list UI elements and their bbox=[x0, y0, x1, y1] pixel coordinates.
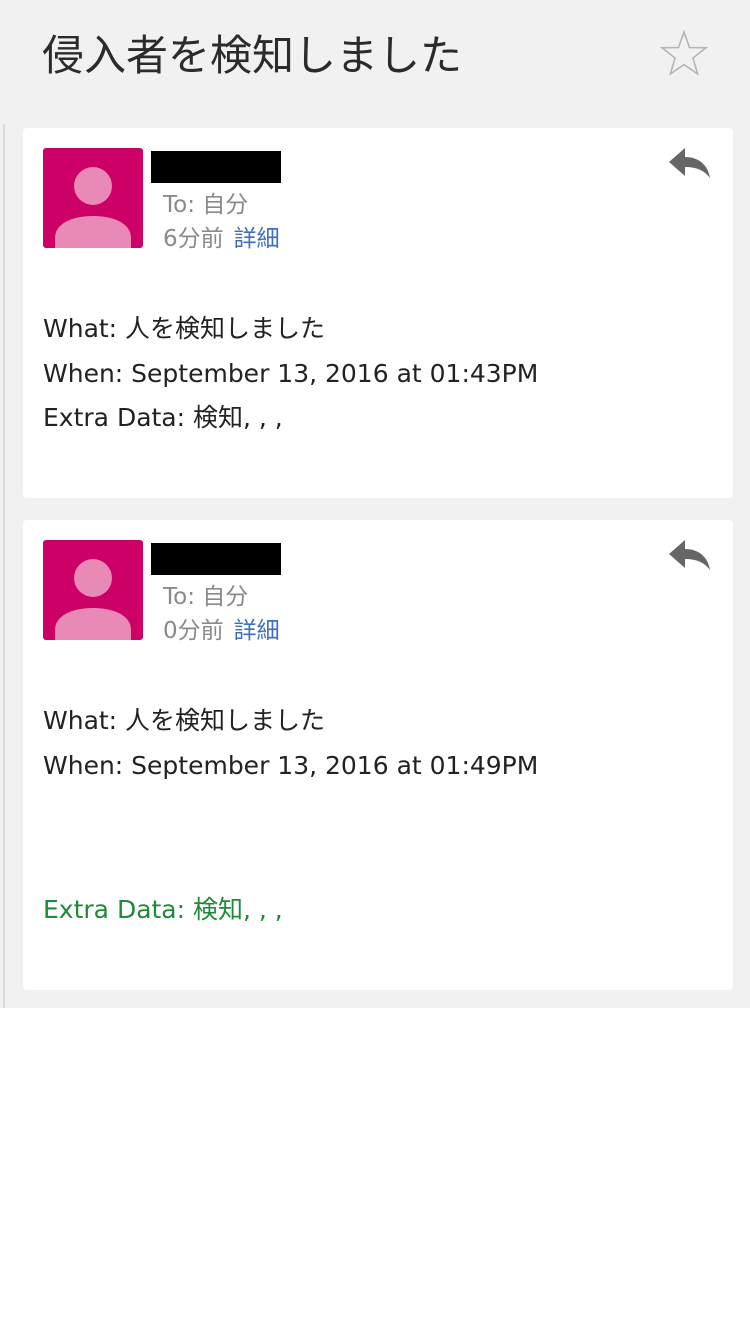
recipient-line: To: 自分 bbox=[163, 192, 249, 218]
message-time: 0分前 bbox=[163, 618, 224, 644]
empty-area bbox=[0, 1008, 750, 1334]
avatar bbox=[43, 148, 143, 248]
sender-name-redacted bbox=[151, 543, 281, 575]
avatar bbox=[43, 540, 143, 640]
message-meta: 6分前 詳細 bbox=[163, 224, 280, 254]
message-when: When: September 13, 2016 at 01:49PM bbox=[43, 751, 539, 780]
message-time: 6分前 bbox=[163, 226, 224, 252]
subject-header: 侵入者を検知しました bbox=[0, 0, 750, 112]
message-meta: 0分前 詳細 bbox=[163, 616, 280, 646]
star-icon[interactable] bbox=[658, 28, 710, 80]
message-what: What: 人を検知しました bbox=[43, 706, 326, 735]
message-card[interactable]: To: 自分 6分前 詳細 What: 人を検知しました When: Septem… bbox=[23, 128, 733, 498]
message-when: When: September 13, 2016 at 01:43PM bbox=[43, 359, 539, 388]
sender-name-redacted bbox=[151, 151, 281, 183]
message-extra: Extra Data: 検知, , , bbox=[43, 895, 283, 924]
recipient-line: To: 自分 bbox=[163, 584, 249, 610]
thread-divider bbox=[3, 124, 5, 1012]
person-icon bbox=[55, 167, 131, 248]
email-subject: 侵入者を検知しました bbox=[42, 31, 463, 80]
person-icon bbox=[55, 559, 131, 640]
message-extra: Extra Data: 検知, , , bbox=[43, 403, 283, 432]
details-link[interactable]: 詳細 bbox=[234, 618, 280, 644]
details-link[interactable]: 詳細 bbox=[234, 226, 280, 252]
message-what: What: 人を検知しました bbox=[43, 314, 326, 343]
message-card[interactable]: To: 自分 0分前 詳細 What: 人を検知しました When: Septem… bbox=[23, 520, 733, 990]
reply-icon[interactable] bbox=[667, 536, 713, 576]
reply-icon[interactable] bbox=[667, 144, 713, 184]
